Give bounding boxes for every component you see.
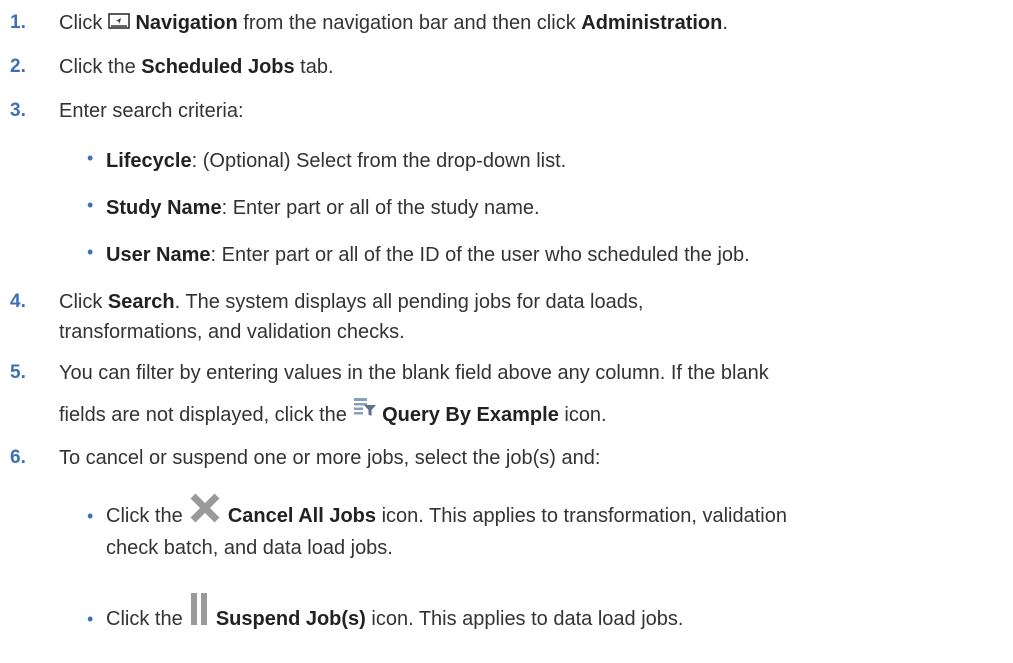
bullet-text: User Name: Enter part or all of the ID o… bbox=[106, 240, 996, 270]
step-text-part: fields are not displayed, click the bbox=[59, 404, 347, 426]
step-text-part: Click bbox=[59, 291, 108, 313]
step-text-part: icon. bbox=[558, 404, 607, 426]
step-text: Click the Scheduled Jobs tab. bbox=[59, 52, 989, 82]
step-text: You can filter by entering values in the… bbox=[59, 358, 989, 430]
step-number: 3. bbox=[10, 100, 26, 121]
step-text-part: Click the bbox=[59, 56, 142, 78]
bullet-marker: • bbox=[87, 242, 94, 262]
step-text-part: Click bbox=[59, 12, 103, 34]
step-number: 6. bbox=[10, 447, 26, 468]
step-text-bold: Administration bbox=[581, 12, 723, 34]
bullet-text: Study Name: Enter part or all of the stu… bbox=[106, 193, 996, 223]
bullet-text: Click the Cancel All Jobs icon. This app… bbox=[106, 492, 996, 563]
step-text: Click Search. The system displays all pe… bbox=[59, 287, 989, 347]
step-text: To cancel or suspend one or more jobs, s… bbox=[59, 447, 601, 469]
bullet-desc: icon. This applies to transformation, va… bbox=[376, 505, 787, 527]
bullet-line: check batch, and data load jobs. bbox=[106, 537, 393, 559]
cancel-all-jobs-icon bbox=[188, 492, 222, 533]
suspend-jobs-icon bbox=[188, 591, 210, 636]
bullet-desc: : (Optional) Select from the drop-down l… bbox=[191, 150, 567, 172]
step-text-part: . bbox=[722, 12, 728, 34]
step-text-bold: Query By Example bbox=[382, 404, 559, 426]
step-number: 1. bbox=[10, 12, 26, 33]
step-line: transformations, and validation checks. bbox=[59, 321, 405, 343]
bullet-text: Click the Suspend Job(s) icon. This appl… bbox=[106, 591, 996, 636]
bullet-desc: : Enter part or all of the ID of the use… bbox=[210, 244, 750, 266]
step-text-part: . The system displays all pending jobs f… bbox=[174, 291, 644, 313]
step-line: Click Search. The system displays all pe… bbox=[59, 287, 989, 317]
step-text-bold: Scheduled Jobs bbox=[141, 56, 295, 78]
step-number: 2. bbox=[10, 56, 26, 77]
step-text-part: tab. bbox=[294, 56, 334, 78]
query-by-example-icon bbox=[353, 396, 377, 426]
bullet-marker: • bbox=[87, 195, 94, 215]
step-text-part: from the navigation bar and then click bbox=[237, 12, 582, 34]
bullet-marker: • bbox=[87, 609, 94, 629]
step-text-bold: Search bbox=[107, 291, 175, 313]
bullet-text: Lifecycle: (Optional) Select from the dr… bbox=[106, 146, 996, 176]
bullet-desc: Click the bbox=[106, 608, 183, 630]
procedure-document: 1. Click Navigation from the navigation … bbox=[0, 0, 1013, 663]
step-number: 4. bbox=[10, 291, 26, 312]
navigation-icon bbox=[108, 9, 130, 39]
bullet-marker: • bbox=[87, 506, 94, 526]
bullet-desc: : Enter part or all of the study name. bbox=[221, 197, 540, 219]
step-text: Enter search criteria: bbox=[59, 100, 244, 122]
bullet-desc: Click the bbox=[106, 505, 183, 527]
bullet-term: Lifecycle bbox=[106, 150, 192, 172]
step-number: 5. bbox=[10, 362, 26, 383]
bullet-term: Cancel All Jobs bbox=[227, 505, 377, 527]
bullet-term: Suspend Job(s) bbox=[215, 608, 366, 630]
bullet-term: Study Name bbox=[106, 197, 222, 219]
bullet-line: Click the Cancel All Jobs icon. This app… bbox=[106, 492, 996, 533]
step-text: Click Navigation from the navigation bar… bbox=[59, 8, 989, 39]
bullet-desc: icon. This applies to data load jobs. bbox=[365, 608, 684, 630]
step-line: You can filter by entering values in the… bbox=[59, 362, 769, 384]
bullet-marker: • bbox=[87, 148, 94, 168]
step-text-bold: Navigation bbox=[135, 12, 238, 34]
bullet-term: User Name bbox=[106, 244, 211, 266]
step-line: fields are not displayed, click the Quer… bbox=[59, 396, 989, 430]
